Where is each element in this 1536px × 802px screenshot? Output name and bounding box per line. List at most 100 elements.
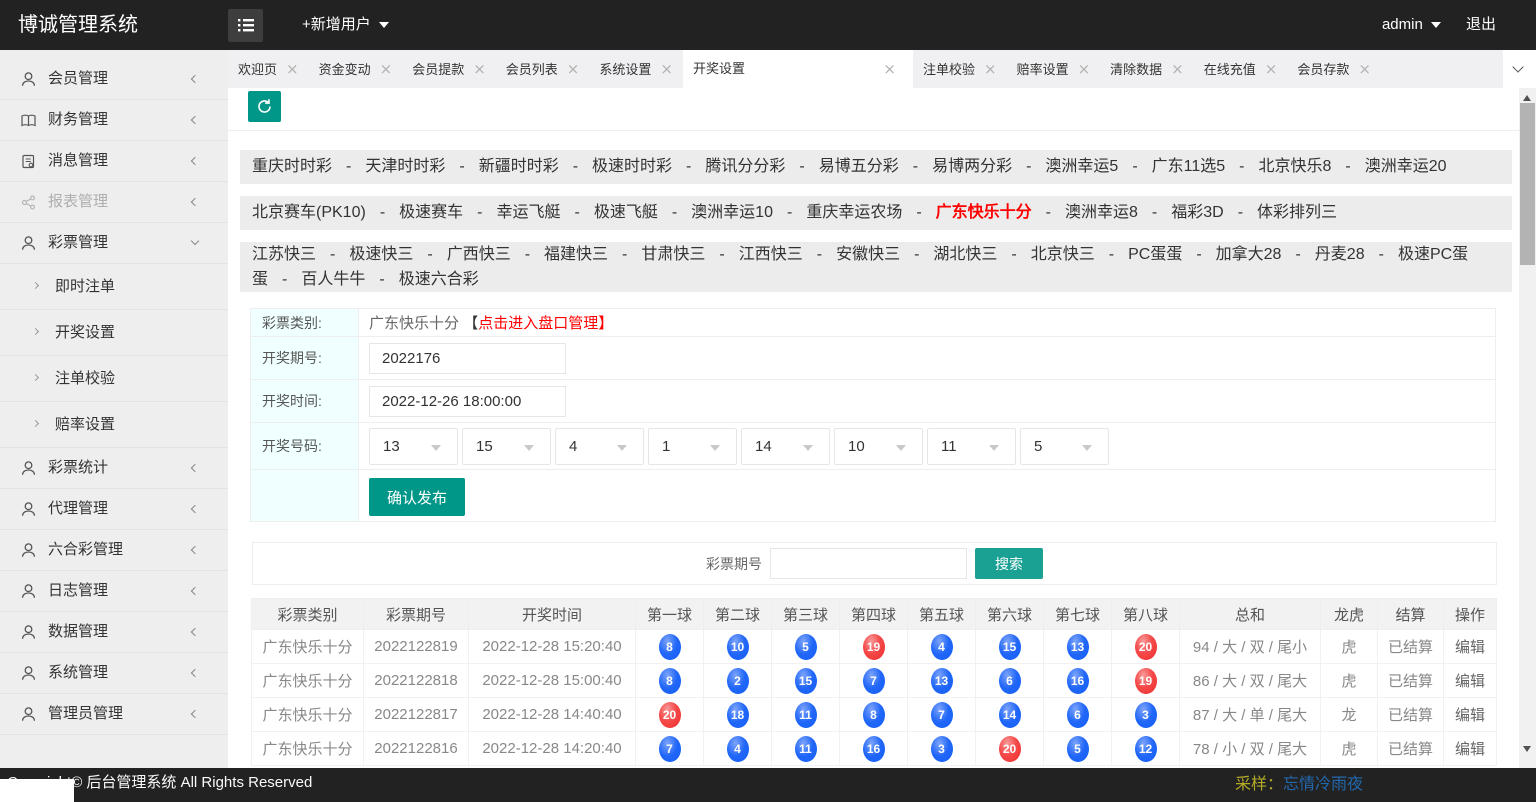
lottery-link-福彩3D[interactable]: 福彩3D <box>1171 204 1223 221</box>
close-icon[interactable]: × <box>1358 60 1371 78</box>
lottery-link-极速飞艇[interactable]: 极速飞艇 <box>594 204 658 221</box>
close-icon[interactable]: × <box>984 60 997 78</box>
issue-input[interactable] <box>369 342 566 374</box>
edit-link[interactable]: 编辑 <box>1455 639 1485 656</box>
search-button[interactable]: 搜索 <box>975 548 1043 579</box>
number-select-6[interactable]: 10 <box>834 427 923 465</box>
lottery-link-湖北快三[interactable]: 湖北快三 <box>933 246 997 263</box>
tab-系统设置[interactable]: 系统设置 × <box>589 50 683 88</box>
tab-会员存款[interactable]: 会员存款 × <box>1287 50 1381 88</box>
scroll-down-icon[interactable] <box>1523 746 1531 752</box>
tab-欢迎页[interactable]: 欢迎页 × <box>228 50 309 88</box>
sidebar-subitem-赔率设置[interactable]: 赔率设置 <box>0 402 228 448</box>
close-icon[interactable]: × <box>567 60 580 78</box>
lottery-link-广东快乐十分[interactable]: 广东快乐十分 <box>936 204 1032 221</box>
issue-search-input[interactable] <box>770 548 967 579</box>
lottery-link-北京快三[interactable]: 北京快三 <box>1031 246 1095 263</box>
tab-会员列表[interactable]: 会员列表 × <box>496 50 590 88</box>
sidebar-item-message[interactable]: 消息管理 <box>0 141 228 182</box>
edit-link[interactable]: 编辑 <box>1455 707 1485 724</box>
tab-资金变动[interactable]: 资金变动 × <box>309 50 403 88</box>
edit-link[interactable]: 编辑 <box>1455 673 1485 690</box>
lottery-link-北京赛车(PK10)[interactable]: 北京赛车(PK10) <box>252 204 366 221</box>
lottery-link-澳洲幸运10[interactable]: 澳洲幸运10 <box>691 204 773 221</box>
sidebar-item-finance[interactable]: 财务管理 <box>0 100 228 141</box>
lottery-link-重庆幸运农场[interactable]: 重庆幸运农场 <box>806 204 902 221</box>
sidebar-item-data[interactable]: 数据管理 <box>0 612 228 653</box>
admin-dropdown[interactable]: admin <box>1382 0 1441 50</box>
logout-button[interactable]: 退出 <box>1466 16 1496 33</box>
lottery-link-澳洲幸运8[interactable]: 澳洲幸运8 <box>1065 204 1138 221</box>
sidebar-item-agent[interactable]: 代理管理 <box>0 489 228 530</box>
lottery-link-极速赛车[interactable]: 极速赛车 <box>399 204 463 221</box>
close-icon[interactable]: × <box>286 60 299 78</box>
lottery-link-广东11选5[interactable]: 广东11选5 <box>1152 158 1226 175</box>
new-user-dropdown[interactable]: +新增用户 <box>302 0 389 50</box>
close-icon[interactable]: × <box>883 50 896 88</box>
tab-会员提款[interactable]: 会员提款 × <box>402 50 496 88</box>
sidebar-subitem-即时注单[interactable]: 即时注单 <box>0 264 228 310</box>
confirm-publish-button[interactable]: 确认发布 <box>369 478 465 516</box>
scroll-up-icon[interactable] <box>1523 95 1531 101</box>
close-icon[interactable]: × <box>1078 60 1091 78</box>
lottery-link-澳洲幸运5[interactable]: 澳洲幸运5 <box>1045 158 1118 175</box>
lottery-link-丹麦28[interactable]: 丹麦28 <box>1315 246 1365 263</box>
lottery-link-加拿大28[interactable]: 加拿大28 <box>1216 246 1282 263</box>
number-select-5[interactable]: 14 <box>741 427 830 465</box>
tab-清除数据[interactable]: 清除数据 × <box>1100 50 1194 88</box>
lottery-link-极速时时彩[interactable]: 极速时时彩 <box>592 158 672 175</box>
sample-link[interactable]: 忘情冷雨夜 <box>1283 776 1363 793</box>
tab-注单校验[interactable]: 注单校验 × <box>913 50 1007 88</box>
tab-overflow-button[interactable] <box>1503 50 1536 88</box>
number-select-8[interactable]: 5 <box>1020 427 1109 465</box>
lottery-link-极速六合彩[interactable]: 极速六合彩 <box>399 271 479 288</box>
sidebar-item-lottery[interactable]: 彩票管理 <box>0 223 228 264</box>
handicap-link[interactable]: 点击进入盘口管理 <box>478 315 598 332</box>
close-icon[interactable]: × <box>1171 60 1184 78</box>
edit-link[interactable]: 编辑 <box>1455 741 1485 758</box>
lottery-link-新疆时时彩[interactable]: 新疆时时彩 <box>479 158 559 175</box>
sidebar-item-mark6[interactable]: 六合彩管理 <box>0 530 228 571</box>
tab-在线充值[interactable]: 在线充值 × <box>1194 50 1288 88</box>
tab-赔率设置[interactable]: 赔率设置 × <box>1007 50 1101 88</box>
scroll-thumb[interactable] <box>1520 103 1535 265</box>
time-input[interactable] <box>369 385 566 417</box>
lottery-link-江苏快三[interactable]: 江苏快三 <box>252 246 316 263</box>
close-icon[interactable]: × <box>1265 60 1278 78</box>
lottery-link-PC蛋蛋[interactable]: PC蛋蛋 <box>1128 246 1182 263</box>
lottery-link-腾讯分分彩[interactable]: 腾讯分分彩 <box>705 158 785 175</box>
lottery-link-北京快乐8[interactable]: 北京快乐8 <box>1258 158 1331 175</box>
sidebar-subitem-注单校验[interactable]: 注单校验 <box>0 356 228 402</box>
sidebar-item-log[interactable]: 日志管理 <box>0 571 228 612</box>
menu-toggle-button[interactable] <box>228 9 263 42</box>
lottery-link-安徽快三[interactable]: 安徽快三 <box>836 246 900 263</box>
lottery-link-易博两分彩[interactable]: 易博两分彩 <box>932 158 1012 175</box>
number-select-2[interactable]: 15 <box>462 427 551 465</box>
sidebar-item-lottery-stats[interactable]: 彩票统计 <box>0 448 228 489</box>
sidebar-item-member[interactable]: 会员管理 <box>0 59 228 100</box>
lottery-link-体彩排列三[interactable]: 体彩排列三 <box>1257 204 1337 221</box>
lottery-link-江西快三[interactable]: 江西快三 <box>739 246 803 263</box>
lottery-link-易博五分彩[interactable]: 易博五分彩 <box>819 158 899 175</box>
lottery-link-极速快三[interactable]: 极速快三 <box>349 246 413 263</box>
lottery-link-幸运飞艇[interactable]: 幸运飞艇 <box>496 204 560 221</box>
sidebar-item-system[interactable]: 系统管理 <box>0 653 228 694</box>
lottery-link-广西快三[interactable]: 广西快三 <box>447 246 511 263</box>
number-select-7[interactable]: 11 <box>927 427 1016 465</box>
sidebar-item-admin[interactable]: 管理员管理 <box>0 694 228 735</box>
number-select-1[interactable]: 13 <box>369 427 458 465</box>
sidebar-item-report[interactable]: 报表管理 <box>0 182 228 223</box>
scrollbar[interactable] <box>1519 88 1536 768</box>
lottery-link-澳洲幸运20[interactable]: 澳洲幸运20 <box>1365 158 1447 175</box>
refresh-button[interactable] <box>248 91 281 122</box>
lottery-link-重庆时时彩[interactable]: 重庆时时彩 <box>252 158 332 175</box>
number-select-4[interactable]: 1 <box>648 427 737 465</box>
lottery-link-福建快三[interactable]: 福建快三 <box>544 246 608 263</box>
lottery-link-天津时时彩[interactable]: 天津时时彩 <box>365 158 445 175</box>
lottery-link-百人牛牛[interactable]: 百人牛牛 <box>301 271 365 288</box>
close-icon[interactable]: × <box>473 60 486 78</box>
tab-开奖设置[interactable]: 开奖设置 × <box>682 50 913 88</box>
close-icon[interactable]: × <box>660 60 673 78</box>
number-select-3[interactable]: 4 <box>555 427 644 465</box>
sidebar-subitem-开奖设置[interactable]: 开奖设置 <box>0 310 228 356</box>
